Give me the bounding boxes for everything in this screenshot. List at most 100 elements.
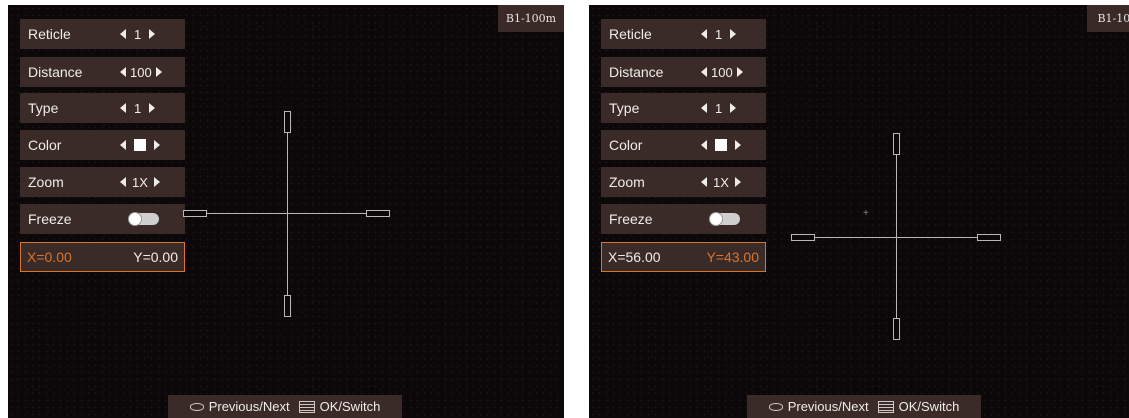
reticle-bottom-post bbox=[893, 318, 900, 340]
triangle-right-icon[interactable] bbox=[736, 67, 743, 77]
triangle-right-icon[interactable] bbox=[149, 29, 156, 39]
triangle-left-icon[interactable] bbox=[120, 29, 126, 39]
triangle-right-icon[interactable] bbox=[153, 177, 160, 187]
x-coordinate[interactable]: X=56.00 bbox=[608, 249, 661, 265]
x-coordinate[interactable]: X=0.00 bbox=[27, 249, 72, 265]
reticle-right-post bbox=[366, 210, 390, 217]
color-swatch bbox=[134, 139, 146, 151]
menu-value-group bbox=[120, 139, 160, 151]
triangle-left-icon[interactable] bbox=[701, 177, 707, 187]
coordinate-row[interactable]: X=56.00 Y=43.00 bbox=[601, 242, 766, 272]
reticle-horizontal-line bbox=[196, 213, 386, 214]
y-coordinate[interactable]: Y=43.00 bbox=[706, 249, 759, 265]
triangle-right-icon[interactable] bbox=[730, 29, 737, 39]
triangle-right-icon[interactable] bbox=[155, 67, 162, 77]
coordinate-row[interactable]: X=0.00 Y=0.00 bbox=[20, 242, 185, 272]
screen-right: B1-100r Reticle 1 Distance 100 Type 1 Co… bbox=[589, 5, 1129, 418]
menu-item-color[interactable]: Color bbox=[601, 130, 766, 160]
menu-icon bbox=[298, 400, 315, 413]
menu-item-distance[interactable]: Distance 100 bbox=[20, 57, 185, 87]
menu-value-group: 1 bbox=[120, 26, 156, 42]
ok-switch-hint: OK/Switch bbox=[898, 399, 960, 414]
reticle-top-post bbox=[284, 111, 291, 133]
menu-value-group: 1X bbox=[701, 175, 741, 190]
reticle-top-post bbox=[893, 133, 900, 155]
cycle-icon bbox=[768, 402, 783, 411]
menu-label: Color bbox=[609, 137, 643, 153]
menu-label: Distance bbox=[609, 64, 664, 80]
menu-icon bbox=[877, 400, 894, 413]
ok-switch-hint: OK/Switch bbox=[319, 399, 381, 414]
reticle-left-post bbox=[183, 210, 207, 217]
menu-value-group: 100 bbox=[120, 65, 162, 80]
triangle-right-icon[interactable] bbox=[735, 140, 741, 150]
menu-item-type[interactable]: Type 1 bbox=[601, 93, 766, 123]
triangle-left-icon[interactable] bbox=[120, 140, 126, 150]
profile-badge: B1-100r bbox=[1087, 5, 1129, 32]
menu-item-distance[interactable]: Distance 100 bbox=[601, 57, 766, 87]
y-coordinate[interactable]: Y=0.00 bbox=[133, 249, 178, 265]
menu-value: 100 bbox=[130, 64, 152, 80]
triangle-right-icon[interactable] bbox=[734, 177, 741, 187]
menu-value: 1 bbox=[134, 100, 142, 116]
profile-badge: B1-100m bbox=[498, 5, 564, 32]
menu-item-reticle[interactable]: Reticle 1 bbox=[20, 19, 185, 49]
triangle-left-icon[interactable] bbox=[701, 103, 707, 113]
menu-value: 1 bbox=[134, 26, 142, 42]
menu-value-group bbox=[701, 139, 741, 151]
triangle-left-icon[interactable] bbox=[120, 103, 126, 113]
reticle-vertical-line bbox=[287, 113, 288, 313]
triangle-left-icon[interactable] bbox=[701, 140, 707, 150]
triangle-left-icon[interactable] bbox=[701, 67, 707, 77]
cycle-icon bbox=[189, 402, 204, 411]
reticle-vertical-line bbox=[896, 135, 897, 335]
triangle-right-icon[interactable] bbox=[154, 140, 160, 150]
menu-label: Reticle bbox=[28, 26, 71, 42]
menu-label: Freeze bbox=[609, 211, 653, 227]
triangle-left-icon[interactable] bbox=[120, 177, 126, 187]
menu-value-group: 100 bbox=[701, 65, 743, 80]
prev-next-hint: Previous/Next bbox=[208, 399, 290, 414]
menu-label: Type bbox=[609, 100, 640, 116]
menu-label: Type bbox=[28, 100, 59, 116]
reticle-bottom-post bbox=[284, 295, 291, 317]
menu-item-type[interactable]: Type 1 bbox=[20, 93, 185, 123]
menu-value-group: 1 bbox=[120, 100, 156, 116]
menu-value-group: 1 bbox=[701, 100, 737, 116]
menu-item-freeze[interactable]: Freeze bbox=[20, 204, 185, 234]
menu-value: 100 bbox=[711, 64, 733, 80]
triangle-right-icon[interactable] bbox=[730, 103, 737, 113]
menu-label: Distance bbox=[28, 64, 83, 80]
menu-value: 1X bbox=[132, 174, 148, 190]
menu-value: 1X bbox=[713, 174, 729, 190]
menu-label: Zoom bbox=[28, 174, 64, 190]
toggle-knob bbox=[710, 213, 722, 225]
menu-label: Color bbox=[28, 137, 62, 153]
freeze-toggle[interactable] bbox=[129, 213, 159, 225]
menu-value: 1 bbox=[715, 26, 723, 42]
toggle-knob bbox=[129, 213, 141, 225]
freeze-toggle[interactable] bbox=[710, 213, 740, 225]
menu-label: Zoom bbox=[609, 174, 645, 190]
reticle-right-post bbox=[977, 234, 1001, 241]
reticle-left-post bbox=[791, 234, 815, 241]
menu-value-group: 1 bbox=[701, 26, 737, 42]
menu-item-reticle[interactable]: Reticle 1 bbox=[601, 19, 766, 49]
menu-item-zoom[interactable]: Zoom 1X bbox=[20, 167, 185, 197]
menu-value: 1 bbox=[715, 100, 723, 116]
footer-hint-bar: Previous/Next OK/Switch bbox=[747, 395, 981, 418]
menu-item-freeze[interactable]: Freeze bbox=[601, 204, 766, 234]
footer-hint-bar: Previous/Next OK/Switch bbox=[168, 395, 402, 418]
screen-left: B1-100m Reticle 1 Distance 100 Type 1 Co… bbox=[8, 5, 564, 418]
menu-item-zoom[interactable]: Zoom 1X bbox=[601, 167, 766, 197]
menu-value-group: 1X bbox=[120, 175, 160, 190]
menu-label: Reticle bbox=[609, 26, 652, 42]
menu-item-color[interactable]: Color bbox=[20, 130, 185, 160]
triangle-left-icon[interactable] bbox=[701, 29, 707, 39]
color-swatch bbox=[715, 139, 727, 151]
triangle-right-icon[interactable] bbox=[149, 103, 156, 113]
prev-next-hint: Previous/Next bbox=[787, 399, 869, 414]
triangle-left-icon[interactable] bbox=[120, 67, 126, 77]
original-center-marker: + bbox=[863, 208, 869, 219]
menu-label: Freeze bbox=[28, 211, 72, 227]
